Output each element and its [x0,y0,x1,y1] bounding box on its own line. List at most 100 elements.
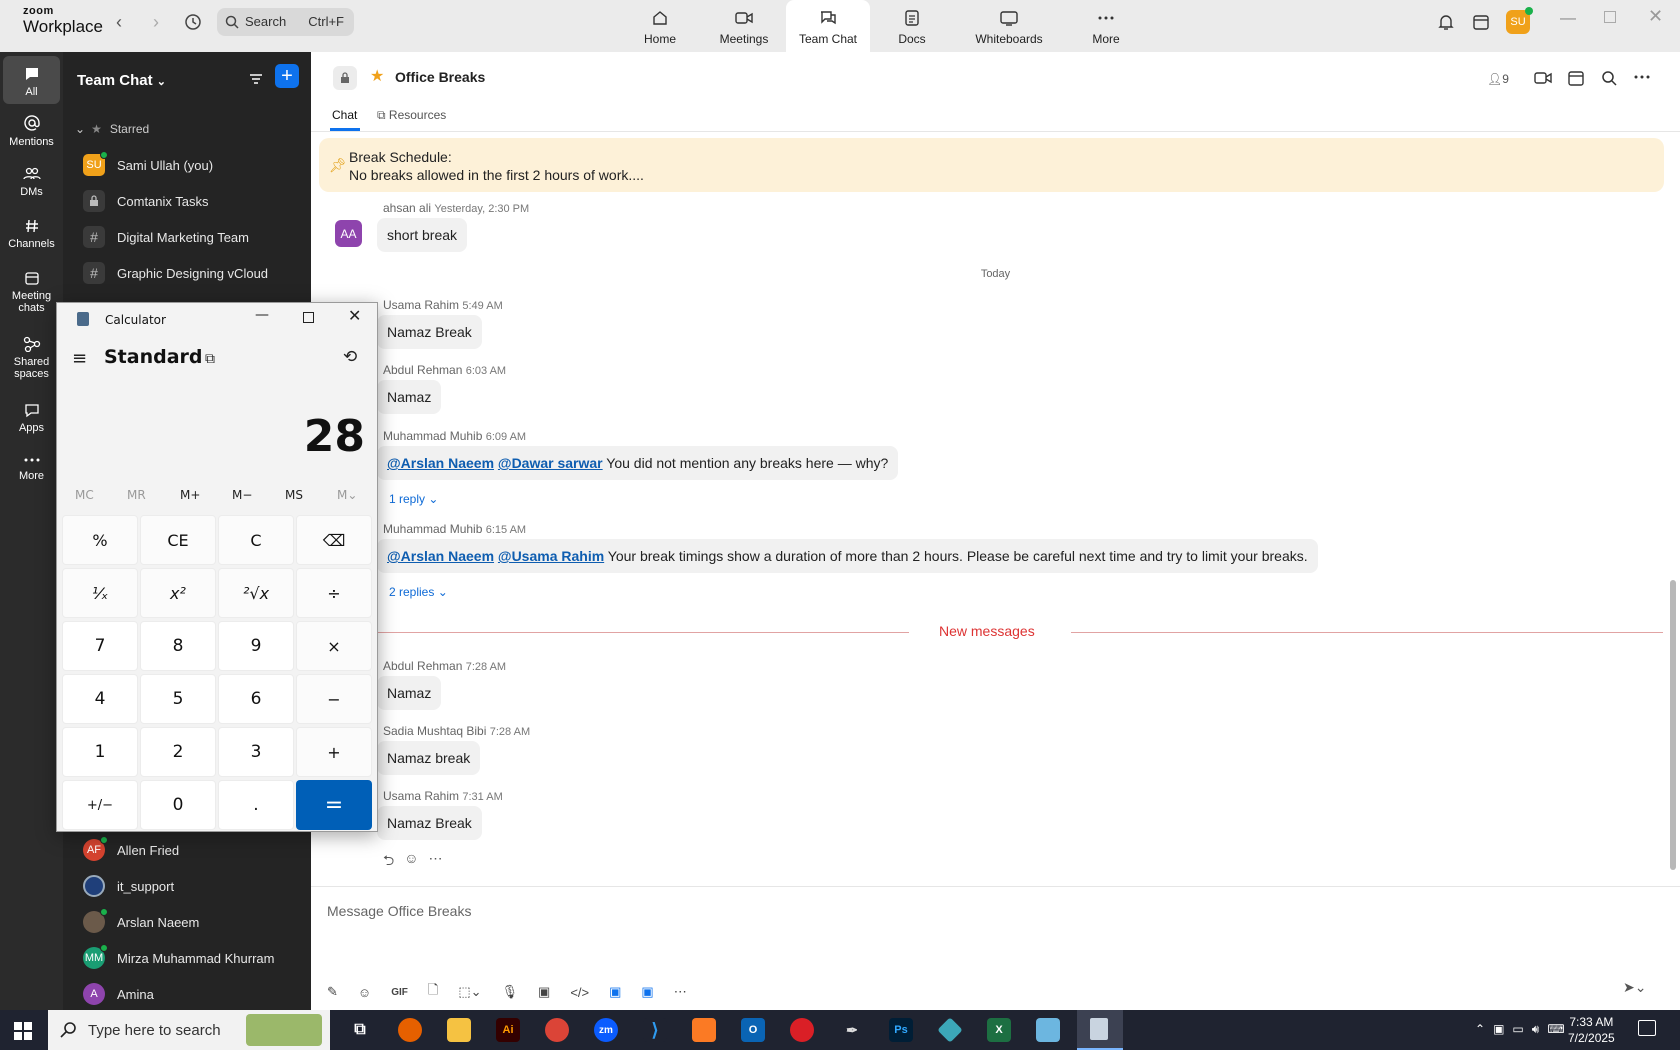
tray-app-icon[interactable]: ▣ [1493,1022,1504,1037]
ms-button[interactable]: MS [285,488,303,502]
m-minus-button[interactable]: M− [232,488,252,502]
mention-link[interactable]: @Dawar sarwar [498,455,603,471]
taskbar-search-input[interactable]: Type here to search [48,1010,330,1050]
digit-5-button[interactable]: 5 [140,674,216,724]
close-window-button[interactable]: ✕ [1648,6,1663,27]
digit-0-button[interactable]: 0 [140,780,216,830]
video-message-icon[interactable]: ▣ [538,984,550,1000]
equals-button[interactable]: = [296,780,372,830]
pen-tool-icon[interactable]: ✒ [840,1018,864,1042]
notepad-icon[interactable] [1036,1018,1060,1042]
sidebar-item-amina[interactable]: A Amina [83,979,154,1009]
message-bubble[interactable]: Namaz [377,380,442,414]
format-icon[interactable]: ✎ [327,984,338,1000]
digit-4-button[interactable]: 4 [62,674,138,724]
calculator-taskbar-button[interactable] [1077,1010,1123,1050]
forward-arrow-icon[interactable]: › [153,12,159,33]
emoji-icon[interactable]: ☺ [404,850,418,874]
creative-cloud-icon[interactable] [790,1018,814,1042]
message-bubble[interactable]: Namaz Break [377,315,482,349]
clear-entry-button[interactable]: CE [140,515,216,565]
divide-button[interactable]: ÷ [296,568,372,618]
mc-button[interactable]: MC [75,488,94,502]
chrome-icon[interactable] [545,1018,569,1042]
sidebar-item-digital-marketing-team[interactable]: # Digital Marketing Team [83,222,249,252]
digit-8-button[interactable]: 8 [140,621,216,671]
thread-replies-link[interactable]: 2 replies ⌄ [389,585,448,599]
windows-start-icon[interactable] [14,1022,32,1040]
tab-chat[interactable]: Chat [332,108,357,122]
search-icon[interactable] [1601,70,1617,86]
tab-home[interactable]: Home [618,0,702,52]
outlook-icon[interactable]: O [741,1018,765,1042]
message-bubble[interactable]: Namaz break [377,741,481,775]
scrollbar[interactable] [1669,132,1677,884]
backspace-button[interactable]: ⌫ [296,515,372,565]
digit-2-button[interactable]: 2 [140,727,216,777]
memory-list-button[interactable]: M⌄ [337,488,357,502]
app-icon[interactable]: ▣ [641,984,653,1000]
illustrator-icon[interactable]: Ai [496,1018,520,1042]
rail-all[interactable]: All [3,56,60,104]
notification-center-icon[interactable] [1638,1020,1656,1036]
sidebar-item-comtanix-tasks[interactable]: Comtanix Tasks [83,186,209,216]
send-options-icon[interactable]: ➤⌄ [1623,979,1646,996]
calendar-icon[interactable] [1471,12,1491,32]
search-input[interactable]: Search Ctrl+F [217,8,354,36]
rail-more[interactable]: More [0,454,63,482]
negate-button[interactable]: +/− [62,780,138,830]
file-icon[interactable]: 🗋︎ [428,981,438,1003]
sidebar-title[interactable]: Team Chat ⌄ [77,72,166,89]
starred-section-header[interactable]: ⌄ ★ Starred [75,122,149,136]
square-button[interactable]: x² [140,568,216,618]
new-chat-button[interactable]: + [275,64,299,88]
digit-7-button[interactable]: 7 [62,621,138,671]
tab-meetings[interactable]: Meetings [702,0,786,52]
rail-meeting-chats[interactable]: Meeting chats [0,270,63,314]
digit-6-button[interactable]: 6 [218,674,294,724]
network-icon[interactable]: ▭ [1512,1022,1523,1037]
sidebar-item-allen-fried[interactable]: AF Allen Fried [83,835,179,865]
chevron-up-icon[interactable]: ⌃ [1475,1022,1485,1037]
more-dots-icon[interactable] [1633,74,1651,80]
xampp-icon[interactable] [692,1018,716,1042]
sidebar-item-sami-ullah[interactable]: SU Sami Ullah (you) [83,150,213,180]
tab-more[interactable]: More [1064,0,1148,52]
star-icon[interactable]: ★ [370,66,384,86]
digit-1-button[interactable]: 1 [62,727,138,777]
app-diamond-icon[interactable] [937,1017,963,1043]
mention-link[interactable]: @Usama Rahim [498,548,604,564]
app-icon[interactable]: ▣ [609,984,621,1000]
microphone-icon[interactable]: 🎙︎ [502,984,519,1000]
filter-icon[interactable] [247,70,265,88]
members-count[interactable]: 👤︎9 [1487,72,1509,86]
tab-team-chat[interactable]: Team Chat [786,0,870,52]
message-bubble[interactable]: @Arslan Naeem @Dawar sarwar You did not … [377,446,899,480]
message-input[interactable]: Message Office Breaks [327,903,471,919]
back-arrow-icon[interactable]: ‹ [116,12,122,33]
volume-icon[interactable]: 🔊︎ [1532,1022,1540,1037]
sidebar-item-it-support[interactable]: it_support [83,871,174,901]
m-plus-button[interactable]: M+ [180,488,200,502]
zoom-icon[interactable]: zm [594,1018,618,1042]
calendar-icon[interactable] [1567,69,1585,87]
multiply-button[interactable]: × [296,621,372,671]
avatar[interactable]: AA [335,220,362,247]
emoji-icon[interactable]: ☺ [358,985,371,1000]
subtract-button[interactable]: − [296,674,372,724]
digit-9-button[interactable]: 9 [218,621,294,671]
user-avatar[interactable]: SU [1506,7,1533,34]
more-dots-icon[interactable]: ⋯ [429,850,443,874]
mention-link[interactable]: @Arslan Naeem [387,455,494,471]
minimize-button[interactable]: — [1560,10,1576,28]
close-button[interactable]: ✕ [348,306,361,325]
more-dots-icon[interactable]: ⋯ [674,984,687,1000]
vscode-icon[interactable]: ⟩ [643,1018,667,1042]
keep-on-top-icon[interactable]: ⧉ [205,351,215,367]
rail-apps[interactable]: Apps [0,402,63,434]
reciprocal-button[interactable]: ¹⁄ₓ [62,568,138,618]
file-explorer-icon[interactable] [447,1018,471,1042]
tab-whiteboards[interactable]: Whiteboards [954,0,1064,52]
digit-3-button[interactable]: 3 [218,727,294,777]
history-icon[interactable]: ⟲ [343,347,357,367]
